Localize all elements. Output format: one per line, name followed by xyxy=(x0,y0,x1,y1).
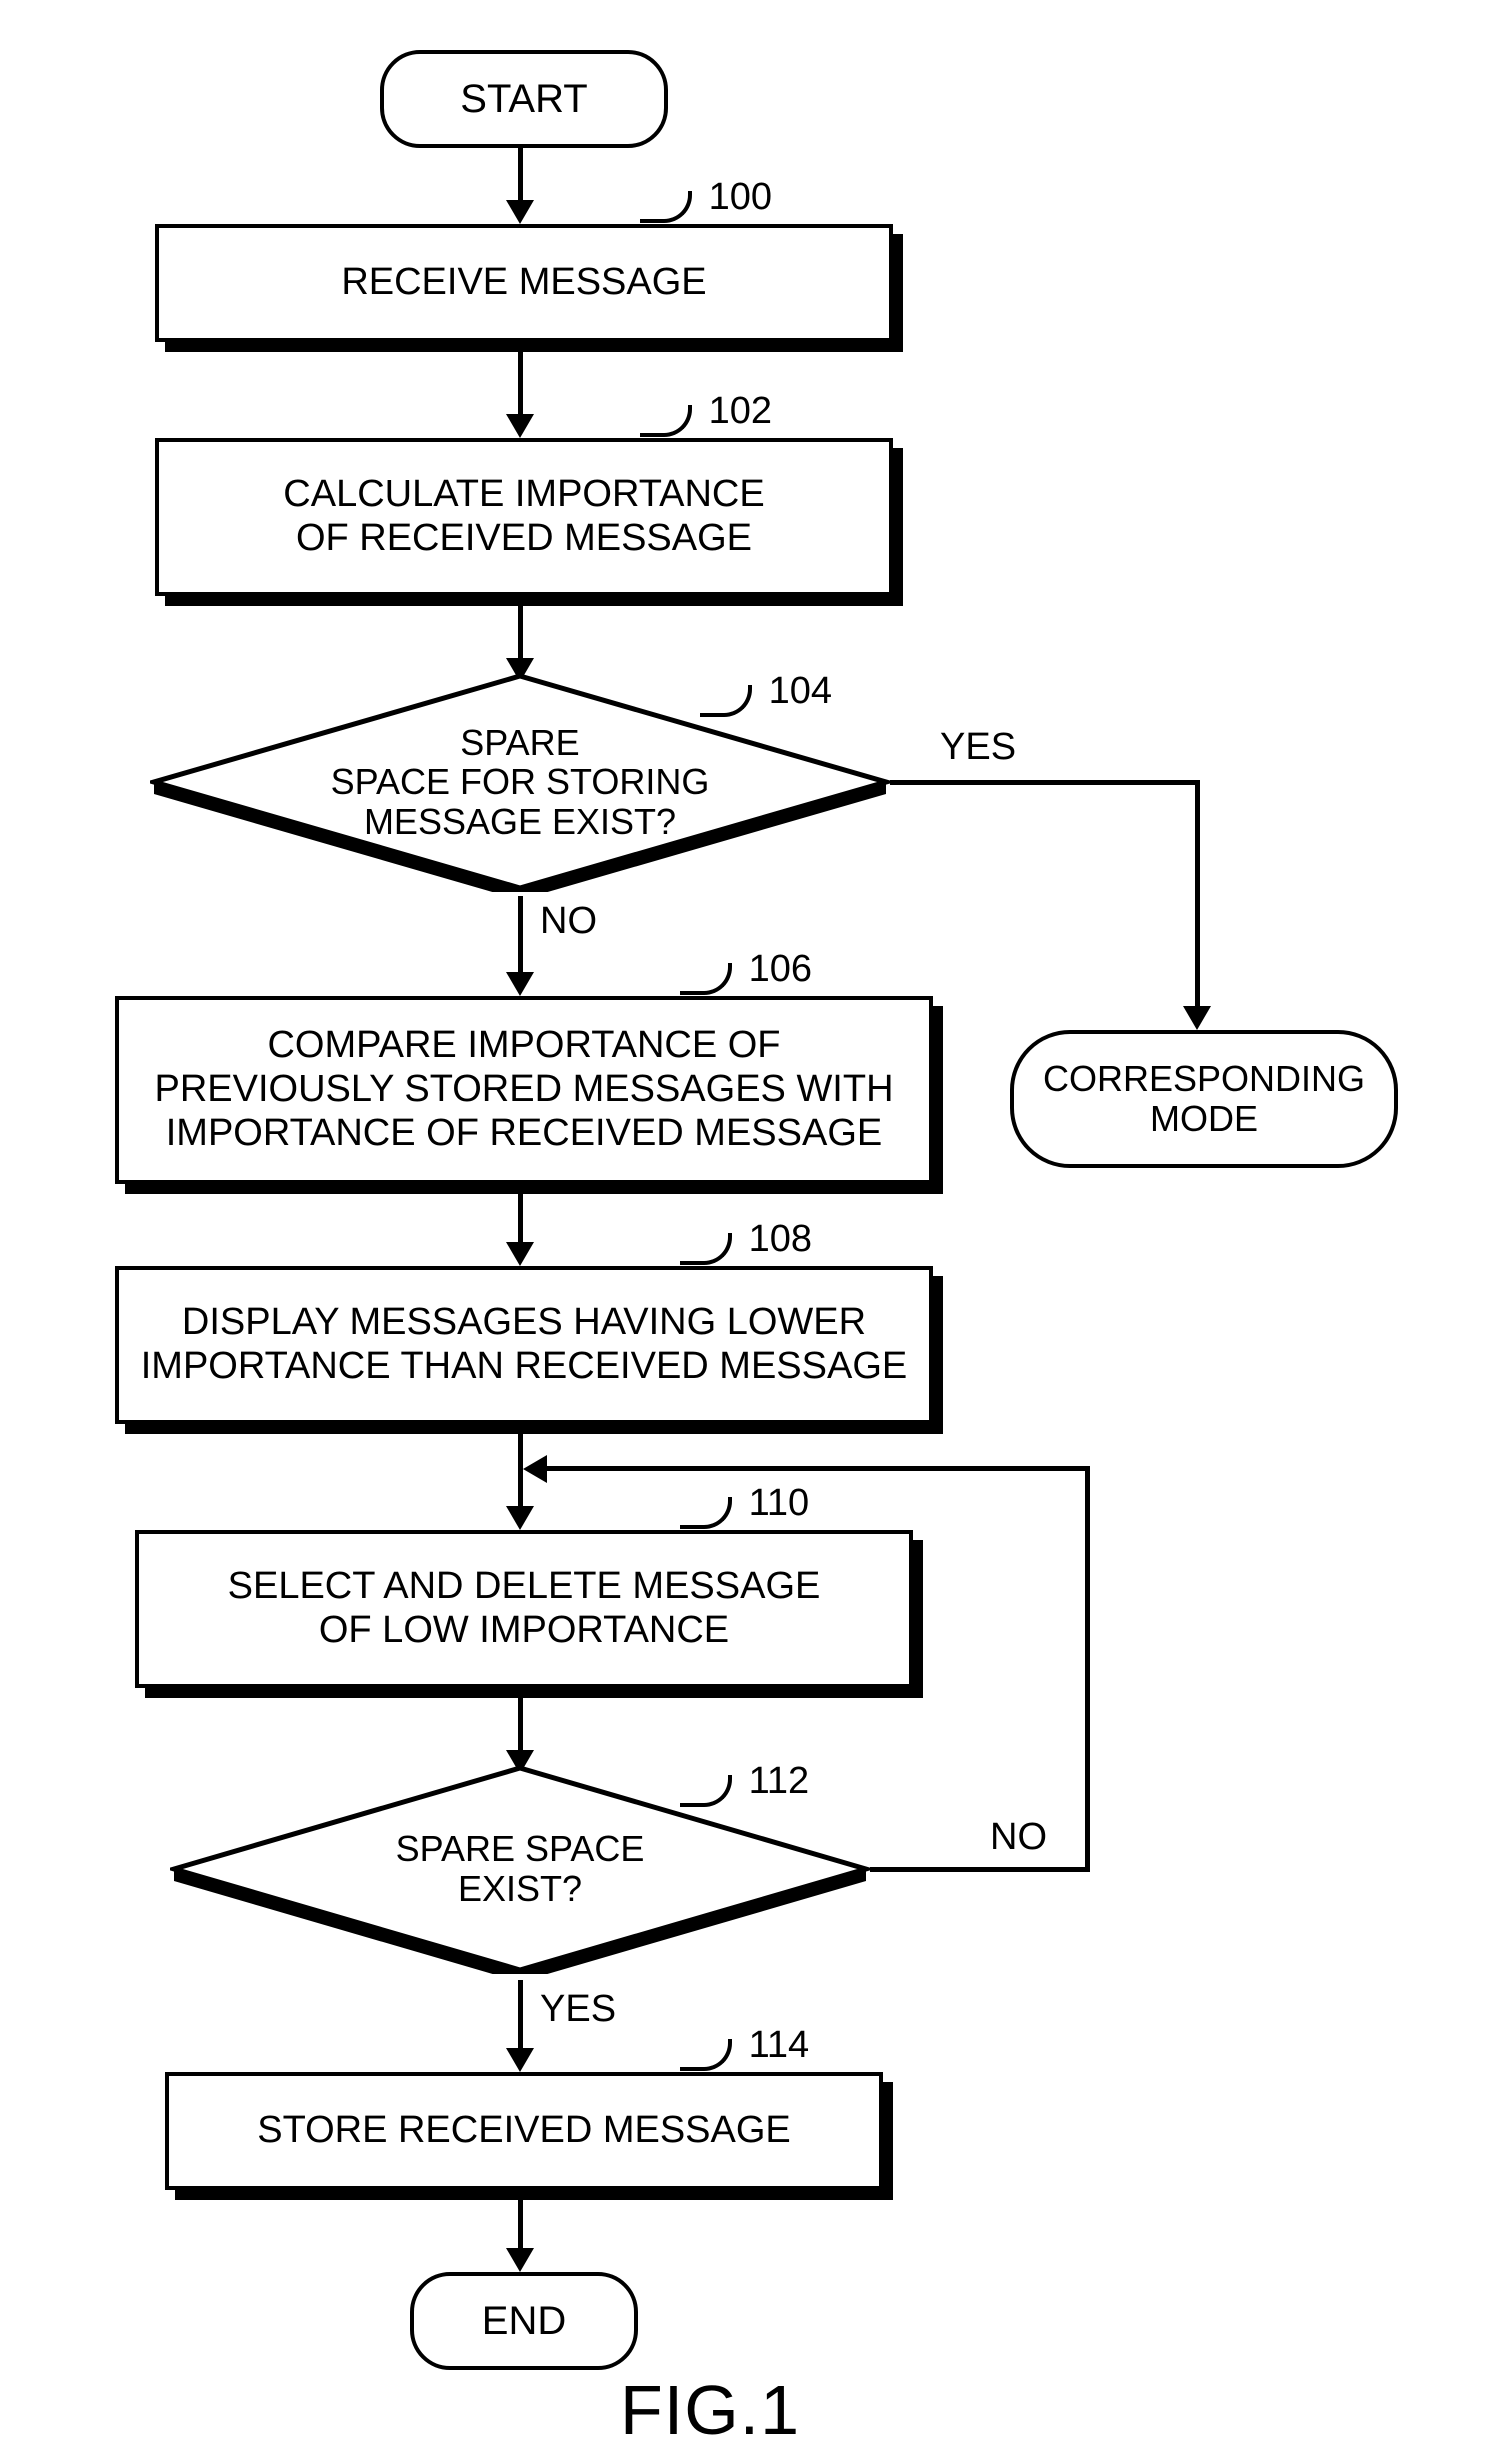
arrowhead xyxy=(506,414,534,438)
arrowhead xyxy=(523,1455,547,1483)
process-102-label: CALCULATE IMPORTANCE OF RECEIVED MESSAGE xyxy=(283,473,764,560)
arrowhead xyxy=(1183,1006,1211,1030)
process-110: SELECT AND DELETE MESSAGE OF LOW IMPORTA… xyxy=(135,1530,913,1688)
terminal-end-label: END xyxy=(482,2299,566,2343)
ref-100: 100 xyxy=(640,176,772,219)
arrowhead xyxy=(506,2048,534,2072)
process-110-label: SELECT AND DELETE MESSAGE OF LOW IMPORTA… xyxy=(228,1565,821,1652)
edge xyxy=(518,144,523,204)
edge xyxy=(518,1980,523,2052)
label-104-no: NO xyxy=(540,900,597,943)
process-106-label: COMPARE IMPORTANCE OF PREVIOUSLY STORED … xyxy=(154,1024,893,1155)
ref-108: 108 xyxy=(680,1218,812,1261)
edge xyxy=(518,1694,523,1754)
arrowhead xyxy=(506,972,534,996)
arrowhead xyxy=(506,200,534,224)
process-114: STORE RECEIVED MESSAGE xyxy=(165,2072,883,2190)
ref-104: 104 xyxy=(700,670,832,713)
terminal-start-label: START xyxy=(460,77,587,121)
edge xyxy=(518,602,523,662)
process-108-label: DISPLAY MESSAGES HAVING LOWER IMPORTANCE… xyxy=(141,1301,907,1388)
process-114-label: STORE RECEIVED MESSAGE xyxy=(257,2109,791,2153)
process-102: CALCULATE IMPORTANCE OF RECEIVED MESSAGE xyxy=(155,438,893,596)
terminal-corresponding-mode: CORRESPONDING MODE xyxy=(1010,1030,1398,1168)
terminal-end: END xyxy=(410,2272,638,2370)
edge xyxy=(518,2196,523,2252)
edge xyxy=(518,348,523,418)
process-106: COMPARE IMPORTANCE OF PREVIOUSLY STORED … xyxy=(115,996,933,1184)
edge xyxy=(1085,1466,1090,1872)
arrowhead xyxy=(506,1506,534,1530)
edge xyxy=(518,1190,523,1246)
ref-110: 110 xyxy=(680,1482,809,1525)
ref-114: 114 xyxy=(680,2024,809,2067)
arrowhead xyxy=(506,1242,534,1266)
terminal-start: START xyxy=(380,50,668,148)
edge xyxy=(890,780,1200,785)
edge xyxy=(1195,780,1200,1010)
terminal-corresponding-label: CORRESPONDING MODE xyxy=(1043,1059,1365,1138)
edge xyxy=(518,896,523,976)
label-112-no: NO xyxy=(990,1816,1047,1859)
decision-104-label: SPARE SPACE FOR STORING MESSAGE EXIST? xyxy=(331,723,710,842)
decision-112-label: SPARE SPACE EXIST? xyxy=(396,1829,645,1908)
ref-102: 102 xyxy=(640,390,772,433)
ref-112: 112 xyxy=(680,1760,809,1803)
process-100: RECEIVE MESSAGE xyxy=(155,224,893,342)
ref-106: 106 xyxy=(680,948,812,991)
label-112-yes: YES xyxy=(540,1988,616,2031)
flowchart-canvas: START RECEIVE MESSAGE 100 CALCULATE IMPO… xyxy=(0,0,1494,2461)
arrowhead xyxy=(506,2248,534,2272)
edge xyxy=(545,1466,1090,1471)
figure-caption: FIG.1 xyxy=(620,2370,800,2450)
label-104-yes: YES xyxy=(940,726,1016,769)
edge xyxy=(870,1867,1090,1872)
process-108: DISPLAY MESSAGES HAVING LOWER IMPORTANCE… xyxy=(115,1266,933,1424)
process-100-label: RECEIVE MESSAGE xyxy=(341,261,706,305)
